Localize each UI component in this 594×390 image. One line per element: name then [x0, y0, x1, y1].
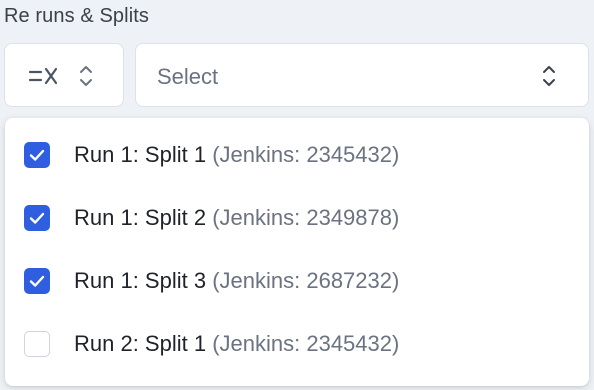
- checkbox[interactable]: [24, 142, 50, 168]
- chevron-up-down-icon: [543, 66, 555, 86]
- option-item[interactable]: Run 1: Split 1 (Jenkins: 2345432): [5, 124, 589, 186]
- check-icon: [29, 275, 45, 287]
- option-item[interactable]: Run 1: Split 3 (Jenkins: 2687232): [5, 250, 589, 312]
- checkbox[interactable]: [24, 205, 50, 231]
- option-detail: (Jenkins: 2687232): [212, 268, 400, 293]
- chevron-up-down-icon: [80, 66, 92, 86]
- field-label: Re runs & Splits: [4, 5, 149, 27]
- option-detail: (Jenkins: 2349878): [212, 205, 400, 230]
- checkbox[interactable]: [24, 331, 50, 357]
- filter-mode-selector[interactable]: [4, 43, 124, 107]
- checkbox[interactable]: [24, 268, 50, 294]
- option-item[interactable]: Run 2: Split 1 (Jenkins: 2345432): [5, 313, 589, 375]
- option-text: Run 1: Split 2 (Jenkins: 2349878): [74, 205, 399, 231]
- check-icon: [29, 212, 45, 224]
- check-icon: [29, 149, 45, 161]
- option-text: Run 1: Split 1 (Jenkins: 2345432): [74, 142, 399, 168]
- option-text: Run 1: Split 3 (Jenkins: 2687232): [74, 268, 399, 294]
- options-dropdown: Run 1: Split 1 (Jenkins: 2345432) Run 1:…: [5, 118, 589, 386]
- option-detail: (Jenkins: 2345432): [212, 331, 400, 356]
- option-label: Run 1: Split 3: [74, 268, 207, 293]
- list-filter-x-icon: [28, 67, 58, 85]
- option-detail: (Jenkins: 2345432): [212, 142, 400, 167]
- select-placeholder: Select: [157, 64, 219, 89]
- option-label: Run 1: Split 2: [74, 205, 207, 230]
- runs-splits-select[interactable]: Select: [135, 43, 589, 107]
- option-item[interactable]: Run 1: Split 2 (Jenkins: 2349878): [5, 187, 589, 249]
- option-label: Run 1: Split 1: [74, 142, 207, 167]
- option-text: Run 2: Split 1 (Jenkins: 2345432): [74, 331, 399, 357]
- option-label: Run 2: Split 1: [74, 331, 207, 356]
